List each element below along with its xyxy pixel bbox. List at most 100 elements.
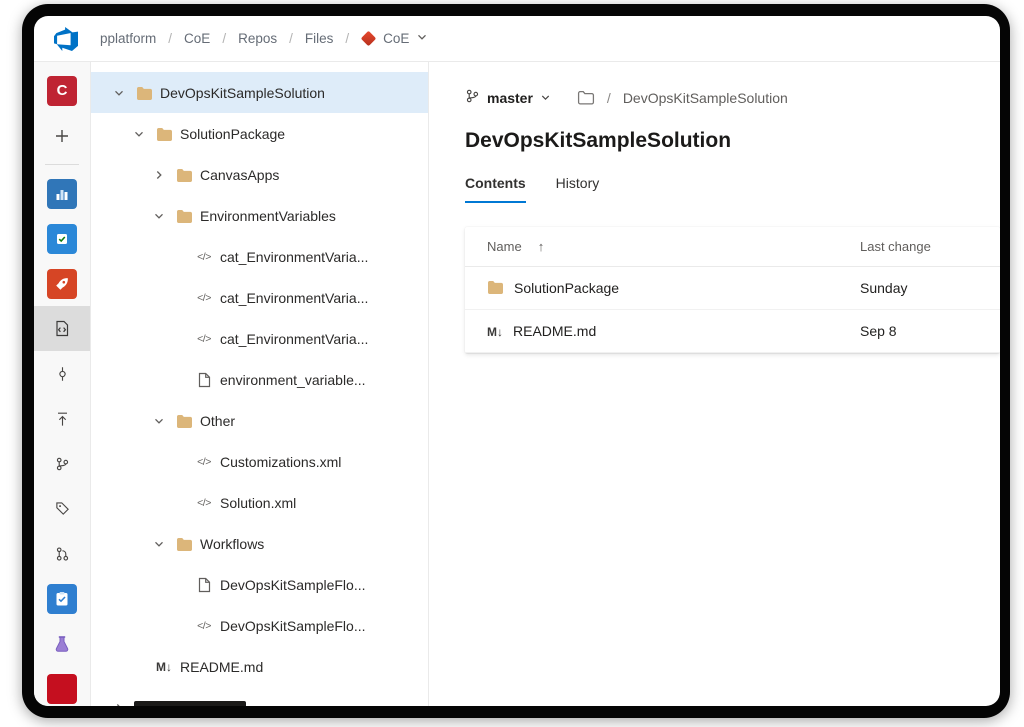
chevron-down-icon[interactable]: [147, 538, 171, 550]
folder-icon: [131, 86, 157, 100]
left-rail: C: [34, 62, 91, 706]
document-icon: [191, 372, 217, 388]
folder-icon: [487, 280, 504, 297]
column-header-last-change[interactable]: Last change: [860, 239, 1000, 254]
page-title: DevOpsKitSampleSolution: [465, 129, 1000, 153]
project-avatar[interactable]: C: [34, 68, 91, 113]
code-file-icon: </>: [191, 292, 217, 304]
tree-item[interactable]: SolutionPackage: [91, 113, 428, 154]
file-name[interactable]: README.md: [513, 323, 596, 339]
artifacts-icon[interactable]: [34, 621, 91, 666]
chevron-down-icon: [416, 31, 428, 46]
path-breadcrumb[interactable]: DevOpsKitSampleSolution: [623, 90, 788, 106]
breadcrumb-item-pplatform[interactable]: pplatform: [100, 29, 156, 48]
tree-item-label: Customizations.xml: [220, 454, 341, 470]
tree-item-label: environment_variable...: [220, 372, 366, 388]
folder-outline-icon: [577, 90, 595, 105]
tab-bar: Contents History: [465, 175, 1000, 203]
last-change-value: Sep 8: [860, 323, 1000, 339]
folder-icon: [151, 127, 177, 141]
bottom-red-tile-icon[interactable]: [34, 666, 91, 706]
repos-files-icon[interactable]: [34, 306, 91, 351]
branch-selector[interactable]: master: [465, 88, 551, 107]
tree-item-label: README.md: [180, 659, 263, 675]
breadcrumb-separator: /: [168, 31, 172, 46]
file-name[interactable]: SolutionPackage: [514, 280, 619, 296]
last-change-value: Sunday: [860, 280, 1000, 296]
tree-item-label: cat_EnvironmentVaria...: [220, 331, 368, 347]
folder-icon: [171, 414, 197, 428]
table-row[interactable]: SolutionPackage Sunday: [465, 267, 1000, 310]
window-frame: pplatform / CoE / Repos / Files / CoE C DevOpsKi…: [22, 4, 1010, 718]
test-plans-icon[interactable]: [34, 576, 91, 621]
tree-item[interactable]: </>DevOpsKitSampleFlo...: [91, 605, 428, 646]
tree-item-label: DevOpsKitSampleFlo...: [220, 577, 366, 593]
chevron-right-icon[interactable]: [107, 702, 131, 707]
tree-item[interactable]: </>Customizations.xml: [91, 441, 428, 482]
tags-icon[interactable]: [34, 486, 91, 531]
repo-path-bar: master / DevOpsKitSampleSolution: [465, 88, 1000, 107]
boards-icon[interactable]: [34, 216, 91, 261]
column-header-name[interactable]: Name↑: [465, 239, 860, 254]
breadcrumb-separator: /: [345, 31, 349, 46]
top-header: pplatform/CoE/Repos/Files/CoE: [34, 16, 1000, 62]
path-separator: /: [607, 90, 611, 106]
tree-item-label: Other: [200, 413, 235, 429]
tree-item[interactable]: </>cat_EnvironmentVaria...: [91, 236, 428, 277]
file-tree-panel: DevOpsKitSampleSolution SolutionPackage Ca…: [91, 62, 429, 706]
tree-item[interactable]: EnvironmentVariables: [91, 195, 428, 236]
breadcrumb: pplatform/CoE/Repos/Files/CoE: [100, 29, 428, 48]
pull-requests-icon[interactable]: [34, 531, 91, 576]
code-file-icon: </>: [191, 620, 217, 632]
body-row: C DevOpsKitSampleSolution SolutionPackage…: [34, 62, 1000, 706]
pushes-icon[interactable]: [34, 396, 91, 441]
breadcrumb-separator: /: [222, 31, 226, 46]
overview-icon[interactable]: [34, 171, 91, 216]
tree-item[interactable]: </>cat_EnvironmentVaria...: [91, 318, 428, 359]
tree-item[interactable]: </>Solution.xml: [91, 482, 428, 523]
rail-divider: [45, 164, 79, 165]
tree-item-label: DevOpsKitSampleFlo...: [220, 618, 366, 634]
tree-item[interactable]: Other: [91, 400, 428, 441]
pipelines-icon[interactable]: [34, 261, 91, 306]
breadcrumb-item-coe[interactable]: CoE: [184, 29, 210, 48]
add-icon[interactable]: [34, 113, 91, 158]
clipped-label: [134, 701, 246, 707]
folder-icon: [171, 168, 197, 182]
tree-item[interactable]: DevOpsKitSampleFlo...: [91, 564, 428, 605]
tree-item[interactable]: DevOpsKitSampleSolution: [91, 72, 428, 113]
table-body: SolutionPackage Sunday M↓ README.md Sep 8: [465, 267, 1000, 353]
table-row[interactable]: M↓ README.md Sep 8: [465, 310, 1000, 353]
contents-table: Name↑ Last change SolutionPackage Sunday M…: [465, 227, 1000, 353]
chevron-down-icon[interactable]: [147, 415, 171, 427]
chevron-down-icon[interactable]: [147, 210, 171, 222]
breadcrumb-item-repos[interactable]: Repos: [238, 29, 277, 48]
tree-item-label: EnvironmentVariables: [200, 208, 336, 224]
tree-item[interactable]: M↓README.md: [91, 646, 428, 687]
tree-item[interactable]: Workflows: [91, 523, 428, 564]
tab-history[interactable]: History: [556, 175, 600, 203]
tree-item[interactable]: CanvasApps: [91, 154, 428, 195]
chevron-right-icon[interactable]: [147, 169, 171, 181]
chevron-down-icon: [540, 90, 551, 106]
commits-icon[interactable]: [34, 351, 91, 396]
breadcrumb-item-files[interactable]: Files: [305, 29, 334, 48]
main-content: master / DevOpsKitSampleSolution DevOpsK…: [429, 62, 1000, 706]
tree-item-label: SolutionPackage: [180, 126, 285, 142]
azure-devops-logo[interactable]: [54, 27, 78, 51]
markdown-icon: M↓: [487, 323, 503, 339]
chevron-down-icon[interactable]: [127, 128, 151, 140]
tab-contents[interactable]: Contents: [465, 175, 526, 203]
folder-icon: [171, 537, 197, 551]
tree-item[interactable]: </>cat_EnvironmentVaria...: [91, 277, 428, 318]
repo-picker[interactable]: CoE: [361, 31, 428, 46]
folder-icon: [171, 209, 197, 223]
clipped-tree-item[interactable]: [91, 687, 428, 706]
tree-item[interactable]: environment_variable...: [91, 359, 428, 400]
tree-item-label: CanvasApps: [200, 167, 279, 183]
branch-name: master: [487, 90, 533, 106]
branches-icon[interactable]: [34, 441, 91, 486]
code-file-icon: </>: [191, 456, 217, 468]
sort-asc-icon: ↑: [538, 239, 545, 254]
chevron-down-icon[interactable]: [107, 87, 131, 99]
